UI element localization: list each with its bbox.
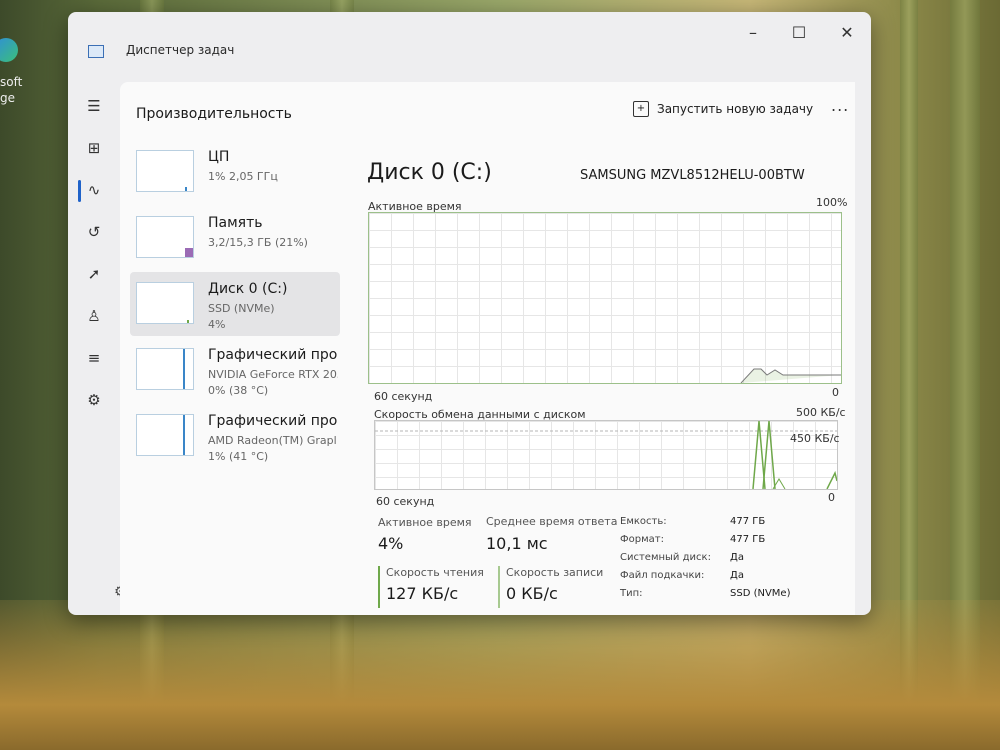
memory-thumbnail bbox=[136, 216, 194, 258]
perf-item-sub2: 4% bbox=[208, 318, 226, 331]
read-rate-value: 127 КБ/с bbox=[386, 584, 459, 603]
perf-item-gpu-nvidia[interactable]: Графический про NVIDIA GeForce RTX 205 0… bbox=[130, 338, 340, 402]
active-graph-min: 0 bbox=[832, 386, 839, 399]
perf-item-sub: SSD (NVMe) bbox=[208, 302, 275, 315]
response-time-label: Среднее время ответа bbox=[486, 515, 618, 528]
main-content: Производительность + Запустить новую зад… bbox=[120, 82, 855, 615]
property-system-disk-key: Системный диск: bbox=[620, 552, 711, 563]
transfer-rate-graph bbox=[374, 420, 838, 490]
hamburger-icon[interactable]: ☰ bbox=[84, 96, 104, 116]
transfer-graph-min: 0 bbox=[828, 491, 835, 504]
disk-thumbnail bbox=[136, 282, 194, 324]
property-type-key: Тип: bbox=[620, 588, 643, 599]
property-system-disk-value: Да bbox=[730, 552, 744, 563]
gpu-thumbnail bbox=[136, 414, 194, 456]
disk-title: Диск 0 (C:) bbox=[367, 160, 492, 185]
desktop-shortcut-label-1: soft bbox=[0, 75, 23, 89]
active-time-value: 4% bbox=[378, 534, 404, 553]
read-rate-indicator bbox=[378, 566, 380, 608]
write-rate-indicator bbox=[498, 566, 500, 608]
perf-item-sub: 3,2/15,3 ГБ (21%) bbox=[208, 236, 308, 249]
task-manager-window: Диспетчер задач – ☐ ✕ ☰ ⊞ ∿ ↺ ➚ ♙ ≡ ⚙ ⚙ … bbox=[68, 12, 871, 615]
title-bar[interactable]: Диспетчер задач – ☐ ✕ bbox=[68, 12, 871, 58]
perf-item-sub: AMD Radeon(TM) Grapl bbox=[208, 434, 337, 447]
edge-icon bbox=[0, 38, 18, 62]
new-task-icon: + bbox=[633, 101, 649, 117]
gpu-thumbnail bbox=[136, 348, 194, 390]
startup-icon[interactable]: ➚ bbox=[84, 264, 104, 284]
property-capacity-key: Емкость: bbox=[620, 516, 667, 527]
write-rate-label: Скорость записи bbox=[506, 566, 604, 579]
close-button[interactable]: ✕ bbox=[832, 22, 862, 44]
transfer-graph-time: 60 секунд bbox=[376, 495, 435, 508]
property-format-key: Формат: bbox=[620, 534, 664, 545]
services-icon[interactable]: ⚙ bbox=[84, 390, 104, 410]
property-page-file-key: Файл подкачки: bbox=[620, 570, 705, 581]
perf-item-memory[interactable]: Память 3,2/15,3 ГБ (21%) bbox=[130, 206, 340, 270]
new-task-label: Запустить новую задачу bbox=[657, 102, 814, 116]
task-manager-icon bbox=[88, 45, 104, 58]
active-graph-time: 60 секунд bbox=[374, 390, 433, 403]
property-capacity-value: 477 ГБ bbox=[730, 516, 766, 527]
performance-icon[interactable]: ∿ bbox=[84, 180, 104, 200]
perf-item-sub2: 1% (41 °C) bbox=[208, 450, 269, 463]
processes-icon[interactable]: ⊞ bbox=[84, 138, 104, 158]
property-type-value: SSD (NVMe) bbox=[730, 588, 791, 599]
cpu-thumbnail bbox=[136, 150, 194, 192]
read-rate-label: Скорость чтения bbox=[386, 566, 484, 579]
performance-list: ЦП 1% 2,05 ГГц Память 3,2/15,3 ГБ (21%) … bbox=[130, 140, 340, 470]
maximize-button[interactable]: ☐ bbox=[784, 22, 814, 44]
perf-item-disk[interactable]: Диск 0 (C:) SSD (NVMe) 4% bbox=[130, 272, 340, 336]
perf-item-sub2: 0% (38 °C) bbox=[208, 384, 269, 397]
desktop-shortcut-fragment[interactable]: soft ge bbox=[0, 30, 26, 150]
page-title: Производительность bbox=[136, 106, 292, 122]
more-button[interactable]: ... bbox=[831, 96, 849, 115]
active-time-graph bbox=[368, 212, 842, 384]
perf-item-name: Графический про bbox=[208, 347, 338, 363]
users-icon[interactable]: ♙ bbox=[84, 306, 104, 326]
window-title: Диспетчер задач bbox=[126, 43, 235, 57]
perf-item-gpu-amd[interactable]: Графический про AMD Radeon(TM) Grapl 1% … bbox=[130, 404, 340, 468]
perf-item-name: Диск 0 (C:) bbox=[208, 281, 288, 297]
transfer-graph-max: 500 КБ/с bbox=[796, 406, 846, 419]
perf-item-sub: NVIDIA GeForce RTX 205 bbox=[208, 368, 338, 381]
perf-item-name: Графический про bbox=[208, 413, 338, 429]
navigation-rail: ☰ ⊞ ∿ ↺ ➚ ♙ ≡ ⚙ bbox=[68, 92, 120, 615]
perf-item-sub: 1% 2,05 ГГц bbox=[208, 170, 278, 183]
active-indicator bbox=[78, 180, 81, 202]
desktop-shortcut-label-2: ge bbox=[0, 91, 15, 105]
property-format-value: 477 ГБ bbox=[730, 534, 766, 545]
property-page-file-value: Да bbox=[730, 570, 744, 581]
active-time-label: Активное время bbox=[378, 516, 472, 529]
response-time-value: 10,1 мс bbox=[486, 534, 548, 553]
disk-model: SAMSUNG MZVL8512HELU-00BTW bbox=[580, 168, 805, 183]
transfer-graph-mid: 450 КБ/с bbox=[790, 432, 840, 445]
write-rate-value: 0 КБ/с bbox=[506, 584, 558, 603]
active-graph-max: 100% bbox=[816, 196, 848, 209]
history-icon[interactable]: ↺ bbox=[84, 222, 104, 242]
perf-item-cpu[interactable]: ЦП 1% 2,05 ГГц bbox=[130, 140, 340, 204]
details-icon[interactable]: ≡ bbox=[84, 348, 104, 368]
perf-item-name: ЦП bbox=[208, 149, 230, 165]
perf-item-name: Память bbox=[208, 215, 263, 231]
minimize-button[interactable]: – bbox=[738, 22, 768, 44]
